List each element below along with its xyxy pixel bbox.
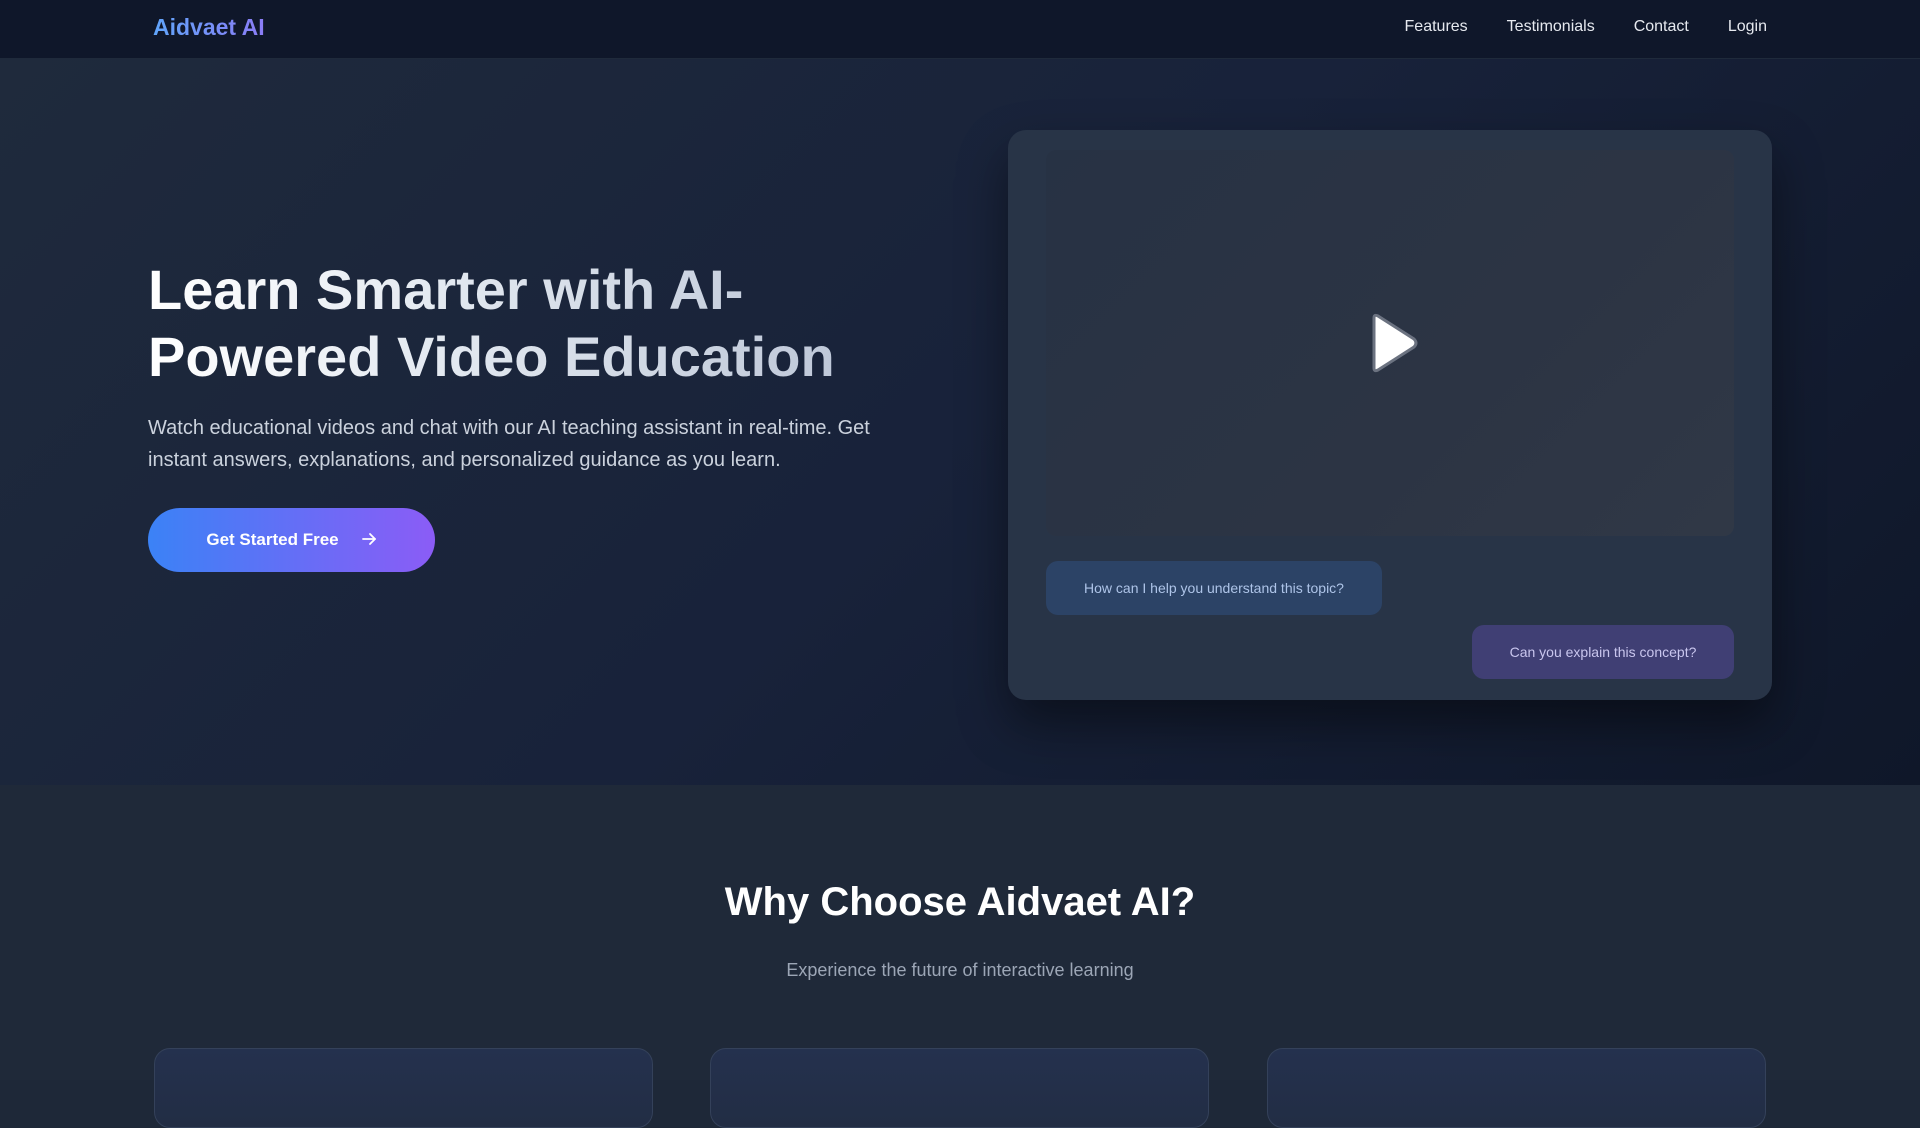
play-icon[interactable] <box>1366 312 1422 374</box>
hero-section: Learn Smarter with AI-Powered Video Educ… <box>0 59 1920 785</box>
hero-description: Watch educational videos and chat with o… <box>148 417 870 471</box>
video-preview-card: How can I help you understand this topic… <box>1008 130 1772 700</box>
ai-chat-bubble: How can I help you understand this topic… <box>1046 561 1382 615</box>
brand-logo[interactable]: Aidvaet AI <box>153 14 265 41</box>
get-started-label: Get Started Free <box>206 530 339 549</box>
user-chat-bubble: Can you explain this concept? <box>1472 625 1734 679</box>
nav-link-features[interactable]: Features <box>1405 18 1468 36</box>
arrow-right-icon <box>361 531 377 550</box>
video-player[interactable] <box>1046 150 1734 536</box>
features-subtitle: Experience the future of interactive lea… <box>786 960 1134 980</box>
hero-title: Learn Smarter with AI-Powered Video Educ… <box>148 256 908 390</box>
nav-links: Features Testimonials Contact Login <box>1405 18 1767 36</box>
nav-link-contact[interactable]: Contact <box>1634 18 1689 36</box>
get-started-button[interactable]: Get Started Free <box>148 508 435 572</box>
features-section: Why Choose Aidvaet AI? Experience the fu… <box>0 785 1920 1128</box>
nav-link-testimonials[interactable]: Testimonials <box>1507 18 1595 36</box>
feature-card <box>710 1048 1209 1128</box>
feature-card <box>1267 1048 1766 1128</box>
features-title: Why Choose Aidvaet AI? <box>724 880 1196 924</box>
feature-card <box>154 1048 653 1128</box>
top-navigation: Aidvaet AI Features Testimonials Contact… <box>0 0 1920 59</box>
nav-link-login[interactable]: Login <box>1728 18 1767 36</box>
